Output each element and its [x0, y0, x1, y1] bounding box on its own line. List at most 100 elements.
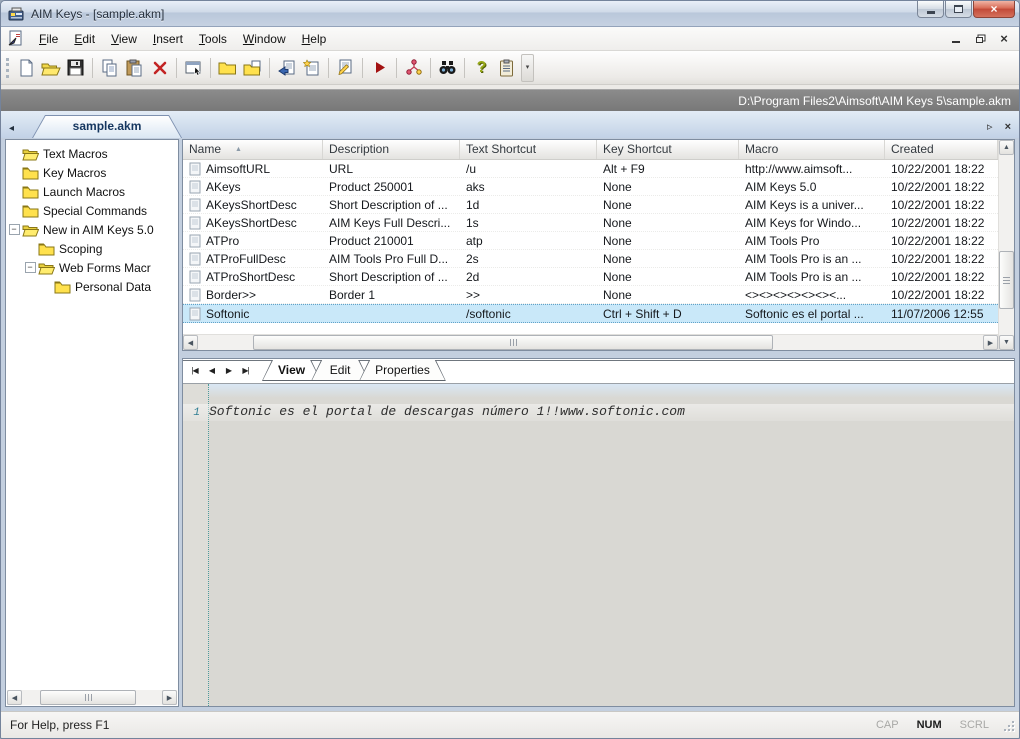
- folder-icon: [22, 204, 39, 218]
- scroll-right-button[interactable]: ▶: [983, 335, 998, 350]
- minimize-button[interactable]: [917, 1, 944, 18]
- cell-value: http://www.aimsoft...: [745, 162, 852, 176]
- scrollbar-track[interactable]: [198, 335, 983, 350]
- scrollbar-thumb[interactable]: [999, 251, 1014, 309]
- tree-item-key-macros[interactable]: Key Macros: [6, 163, 178, 182]
- find-button[interactable]: [435, 55, 460, 80]
- menu-insert[interactable]: Insert: [145, 29, 191, 49]
- table-horizontal-scrollbar[interactable]: ◀ ▶: [183, 334, 998, 350]
- toolbar-separator: [92, 58, 93, 78]
- table-row[interactable]: ATProShortDescShort Description of ...2d…: [183, 268, 998, 286]
- toolbar-grip[interactable]: [6, 58, 9, 78]
- menu-file[interactable]: File: [31, 29, 66, 49]
- toolbar-overflow-button[interactable]: ▾: [521, 54, 534, 82]
- column-header-key-shortcut[interactable]: Key Shortcut: [597, 140, 739, 159]
- delete-button[interactable]: [147, 55, 172, 80]
- cell-value: aks: [466, 180, 485, 194]
- tree-item-launch-macros[interactable]: Launch Macros: [6, 182, 178, 201]
- view-tab-row: |◀ ◀ ▶ ▶| ViewEditProperties: [183, 359, 1014, 384]
- copy-button[interactable]: [97, 55, 122, 80]
- column-header-description[interactable]: Description: [323, 140, 460, 159]
- maximize-button[interactable]: [945, 1, 972, 18]
- new-document-button[interactable]: [13, 55, 38, 80]
- properties-button[interactable]: [181, 55, 206, 80]
- column-header-name[interactable]: Name▲: [183, 140, 323, 159]
- file-path: D:\Program Files2\Aimsoft\AIM Keys 5\sam…: [738, 94, 1011, 108]
- document-icon: [7, 30, 25, 47]
- scrollbar-thumb[interactable]: [40, 690, 136, 705]
- scroll-left-button[interactable]: ◀: [7, 690, 22, 705]
- view-tab-properties[interactable]: Properties: [359, 360, 446, 381]
- folder-icon: [22, 185, 39, 199]
- help-button[interactable]: ?: [469, 55, 494, 80]
- open-file-button[interactable]: [38, 55, 63, 80]
- grip-icon: [513, 339, 514, 346]
- table-row[interactable]: Border>>Border 1>>None<><><><><><><...10…: [183, 286, 998, 304]
- mdi-restore-button[interactable]: [973, 33, 987, 45]
- menu-tools[interactable]: Tools: [191, 29, 235, 49]
- macro-editor[interactable]: 1Softonic es el portal de descargas núme…: [183, 384, 1014, 706]
- tree-item-scoping[interactable]: Scoping: [6, 239, 178, 258]
- scroll-left-button[interactable]: ◀: [183, 335, 198, 350]
- tree-item-new-in-aim-keys-5-0[interactable]: − New in AIM Keys 5.0: [6, 220, 178, 239]
- mdi-minimize-button[interactable]: [949, 33, 963, 45]
- edit-macro-icon: [337, 59, 354, 76]
- close-button[interactable]: ×: [973, 1, 1015, 18]
- tab-scroll-right-button[interactable]: ▹: [987, 120, 993, 133]
- scrollbar-track[interactable]: [999, 155, 1014, 335]
- nav-last-button[interactable]: ▶|: [237, 362, 254, 378]
- resize-grip[interactable]: [1001, 718, 1015, 732]
- table-row[interactable]: AKeysShortDescAIM Keys Full Descri...1sN…: [183, 214, 998, 232]
- menu-window[interactable]: Window: [235, 29, 294, 49]
- new-document-icon: [17, 59, 35, 77]
- horizontal-splitter[interactable]: [182, 351, 1015, 358]
- shortcut-keys-button[interactable]: [401, 55, 426, 80]
- editor-line[interactable]: 1Softonic es el portal de descargas núme…: [183, 404, 1014, 421]
- tree-item-special-commands[interactable]: Special Commands: [6, 201, 178, 220]
- table-row[interactable]: ATProFullDescAIM Tools Pro Full D...2sNo…: [183, 250, 998, 268]
- run-macro-button[interactable]: [367, 55, 392, 80]
- nav-first-button[interactable]: |◀: [186, 362, 203, 378]
- table-vertical-scrollbar[interactable]: ▲ ▼: [998, 140, 1014, 350]
- column-header-macro[interactable]: Macro: [739, 140, 885, 159]
- clipboard-button[interactable]: [494, 55, 519, 80]
- tree-item-personal-data[interactable]: Personal Data: [6, 277, 178, 296]
- toolbar-separator: [176, 58, 177, 78]
- nav-prev-button[interactable]: ◀: [203, 362, 220, 378]
- tree-expander[interactable]: −: [6, 224, 22, 235]
- scroll-down-button[interactable]: ▼: [999, 335, 1014, 350]
- tree-item-text-macros[interactable]: Text Macros: [6, 144, 178, 163]
- table-row[interactable]: AimsoftURLURL/uAlt + F9http://www.aimsof…: [183, 160, 998, 178]
- new-macro-button[interactable]: [299, 55, 324, 80]
- import-macro-button[interactable]: [274, 55, 299, 80]
- save-button[interactable]: [63, 55, 88, 80]
- column-header-text-shortcut[interactable]: Text Shortcut: [460, 140, 597, 159]
- scrollbar-thumb[interactable]: [253, 335, 773, 350]
- scrollbar-track[interactable]: [22, 690, 162, 705]
- paste-button[interactable]: [122, 55, 147, 80]
- tree-horizontal-scrollbar[interactable]: ◀ ▶: [7, 690, 177, 705]
- tree-item-label: New in AIM Keys 5.0: [43, 223, 154, 237]
- tab-sample-akm[interactable]: sample.akm: [32, 115, 182, 138]
- table-row[interactable]: ATProProduct 210001atpNoneAIM Tools Pro1…: [183, 232, 998, 250]
- tree-expander[interactable]: −: [22, 262, 38, 273]
- tree-item-web-forms-macr[interactable]: −Web Forms Macr: [6, 258, 178, 277]
- folder-contents-button[interactable]: [240, 55, 265, 80]
- scroll-right-button[interactable]: ▶: [162, 690, 177, 705]
- tab-close-button[interactable]: ×: [1005, 121, 1011, 133]
- mdi-close-button[interactable]: ×: [997, 33, 1011, 45]
- menu-view[interactable]: View: [103, 29, 145, 49]
- column-header-created[interactable]: Created: [885, 140, 998, 159]
- edit-macro-button[interactable]: [333, 55, 358, 80]
- menu-help[interactable]: Help: [294, 29, 335, 49]
- tab-label: sample.akm: [32, 115, 182, 138]
- table-row[interactable]: Softonic/softonicCtrl + Shift + DSoftoni…: [183, 304, 998, 323]
- nav-next-button[interactable]: ▶: [220, 362, 237, 378]
- tab-scroll-left-button[interactable]: ◂: [7, 123, 18, 138]
- menu-edit[interactable]: Edit: [66, 29, 103, 49]
- line-number: 1: [183, 407, 203, 419]
- new-folder-button[interactable]: [215, 55, 240, 80]
- table-row[interactable]: AKeysShortDescShort Description of ...1d…: [183, 196, 998, 214]
- scroll-up-button[interactable]: ▲: [999, 140, 1014, 155]
- table-row[interactable]: AKeysProduct 250001aksNoneAIM Keys 5.010…: [183, 178, 998, 196]
